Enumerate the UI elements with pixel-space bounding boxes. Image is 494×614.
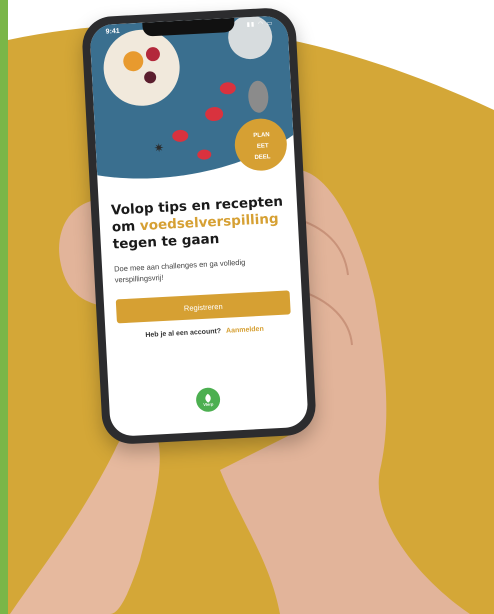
star-anise-icon: ✷ [154, 141, 165, 156]
login-row: Heb je al een account? Aanmelden [118, 324, 292, 340]
hero-food-image: ✷ PLAN EET DEEL [89, 15, 295, 190]
status-icons: ▮▮ ◠ ▭ [246, 20, 274, 29]
app-logo: Vlerp [195, 387, 221, 413]
badge-deel: DEEL [254, 154, 271, 161]
status-time: 9:41 [105, 27, 120, 36]
welcome-content: Volop tips en recepten om voedselverspil… [111, 193, 292, 340]
login-prompt: Heb je al een account? [145, 327, 222, 339]
headline: Volop tips en recepten om voedselverspil… [111, 193, 287, 253]
register-button[interactable]: Registreren [115, 290, 291, 324]
badge-plan: PLAN [253, 132, 270, 139]
phone-screen: 9:41 ▮▮ ◠ ▭ ✷ PLAN EET DEEL Volop tips e… [89, 15, 309, 437]
phone-device: 9:41 ▮▮ ◠ ▭ ✷ PLAN EET DEEL Volop tips e… [80, 6, 318, 446]
badge-eet: EET [257, 143, 269, 150]
login-link[interactable]: Aanmelden [226, 326, 264, 335]
logo-text: Vlerp [203, 400, 214, 407]
photo-scene: 9:41 ▮▮ ◠ ▭ ✷ PLAN EET DEEL Volop tips e… [0, 0, 494, 614]
subtext: Doe mee aan challenges en ga volledig ve… [113, 257, 246, 285]
